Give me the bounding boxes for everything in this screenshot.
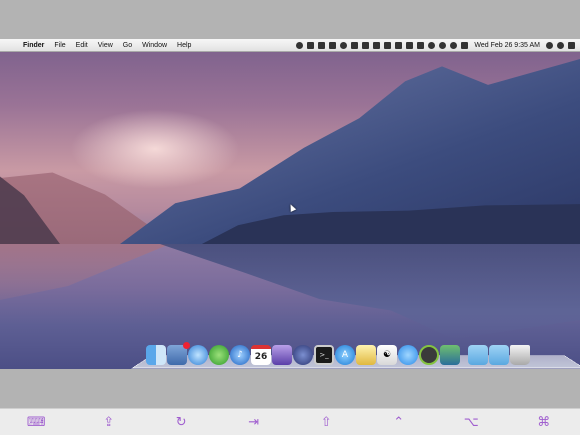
downloads-folder-dock-icon[interactable] <box>489 345 509 365</box>
tv-remote-dock-icon[interactable]: ☯ <box>377 345 397 365</box>
user-icon[interactable] <box>546 41 553 49</box>
shift-key-icon[interactable]: ⇧ <box>290 409 363 435</box>
status-menu-icon[interactable] <box>307 41 315 49</box>
command-key-icon[interactable]: ⌘ <box>508 409 580 435</box>
screen-sharing-dock-icon[interactable] <box>440 345 460 365</box>
itunes-dock-icon[interactable]: ♪ <box>230 345 250 365</box>
status-screen-icon[interactable] <box>395 41 403 49</box>
dashboard-dock-icon[interactable] <box>272 345 292 365</box>
menu-window[interactable]: Window <box>137 42 172 49</box>
menu-view[interactable]: View <box>93 42 118 49</box>
status-battery-icon[interactable] <box>329 41 337 49</box>
status-timer-icon[interactable] <box>340 41 348 49</box>
tab-key-icon[interactable]: ⇥ <box>218 409 291 435</box>
keyboard-icon[interactable]: ⌨ <box>0 409 73 435</box>
app-store-dock-icon[interactable]: A <box>335 345 355 365</box>
applications-folder-dock-icon[interactable] <box>468 345 488 365</box>
status-volume-icon[interactable] <box>450 41 458 49</box>
finder-dock-icon[interactable] <box>146 345 166 365</box>
status-skype-icon[interactable] <box>296 41 304 49</box>
menu-go[interactable]: Go <box>118 42 137 49</box>
spotify-dock-icon[interactable] <box>419 345 439 365</box>
control-key-icon[interactable]: ⌃ <box>363 409 436 435</box>
status-list-icon[interactable] <box>417 41 425 49</box>
trash-dock-icon[interactable] <box>510 345 530 365</box>
status-airplay-icon[interactable] <box>406 41 414 49</box>
menu-bar: Finder File Edit View Go Window Help Wed… <box>0 39 580 52</box>
menu-finder[interactable]: Finder <box>18 42 49 49</box>
remote-desktop-screen[interactable]: Finder File Edit View Go Window Help Wed… <box>0 39 580 369</box>
status-clipboard-icon[interactable] <box>318 41 326 49</box>
spotlight-search-icon[interactable] <box>557 41 564 49</box>
status-wrench-icon[interactable] <box>362 41 370 49</box>
dock: ♪ 26 >_ A ☯ <box>142 338 574 369</box>
menu-file[interactable]: File <box>49 42 70 49</box>
remote-control-toolbar: ⌨ ⇪ ↻ ⇥ ⇧ ⌃ ⌥ ⌘ <box>0 408 580 435</box>
status-wifi-icon[interactable] <box>439 41 447 49</box>
status-timemachine-icon[interactable] <box>428 41 436 49</box>
menu-edit[interactable]: Edit <box>71 42 93 49</box>
calendar-dock-icon[interactable]: 26 <box>251 345 271 365</box>
safari-dock-icon[interactable] <box>188 345 208 365</box>
menubar-clock[interactable]: Wed Feb 26 9:35 AM <box>470 42 544 49</box>
notification-badge <box>183 342 190 349</box>
option-key-icon[interactable]: ⌥ <box>435 409 508 435</box>
status-shield-icon[interactable] <box>384 41 392 49</box>
status-cloud-icon[interactable] <box>351 41 359 49</box>
messages-dock-icon[interactable] <box>398 345 418 365</box>
notification-center-icon[interactable] <box>568 41 575 49</box>
status-battery-level-icon[interactable] <box>461 41 469 49</box>
rotate-icon[interactable]: ↻ <box>145 409 218 435</box>
status-dropbox-icon[interactable] <box>373 41 381 49</box>
adium-dock-icon[interactable] <box>209 345 229 365</box>
script-editor-dock-icon[interactable] <box>356 345 376 365</box>
quicksilver-dock-icon[interactable] <box>293 345 313 365</box>
share-icon[interactable]: ⇪ <box>73 409 146 435</box>
mail-dock-icon[interactable] <box>167 342 190 365</box>
wallpaper-sky-glow <box>70 109 240 189</box>
terminal-dock-icon[interactable]: >_ <box>314 345 334 365</box>
menu-help[interactable]: Help <box>172 42 196 49</box>
